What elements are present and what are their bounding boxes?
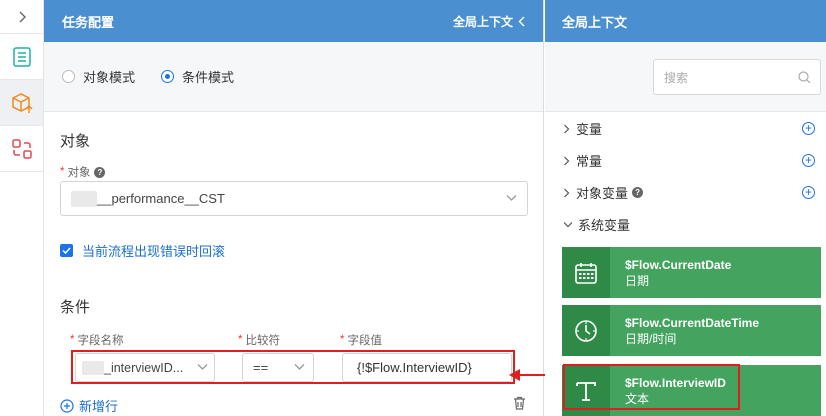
condition-mode-radio[interactable]: 条件模式 — [161, 67, 234, 86]
tree-item-constants[interactable]: 常量 + — [563, 151, 821, 170]
radio-on-icon — [161, 70, 175, 83]
add-variable-icon[interactable]: + — [802, 122, 815, 135]
card-var-type: 日期 — [625, 273, 650, 288]
search-icon — [798, 71, 811, 84]
help-icon[interactable]: ? — [632, 187, 644, 198]
search-placeholder: 搜索 — [664, 70, 689, 85]
task-config-header: 任务配置 全局上下文 — [44, 0, 543, 42]
plus-circle-icon — [60, 398, 74, 413]
system-var-card[interactable]: $Flow.CurrentDateTime 日期/时间 — [562, 305, 821, 356]
tree-item-object-variables[interactable]: 对象变量 ? + — [563, 183, 821, 202]
list-icon — [12, 46, 31, 67]
expand-rail-button[interactable] — [0, 0, 43, 34]
global-context-label: 全局上下文 — [452, 14, 513, 29]
add-constant-icon[interactable]: + — [802, 154, 815, 167]
chevron-right-icon — [19, 11, 26, 22]
box-upload-icon — [11, 92, 33, 113]
chevron-right-icon — [564, 124, 570, 133]
object-mode-label: 对象模式 — [83, 70, 136, 85]
calendar-icon — [575, 262, 597, 284]
help-icon[interactable]: ? — [94, 166, 106, 178]
global-context-panel: 全局上下文 搜索 变量 + 常量 + 对象变量 ? + 系统变量 $Flow.C… — [545, 0, 826, 416]
add-row-button[interactable]: 新增行 — [60, 396, 118, 415]
condition-section-title: 条件 — [60, 299, 91, 316]
card-highlight — [563, 364, 740, 410]
field-name-header: * 字段名称 — [70, 334, 124, 347]
object-mode-radio[interactable]: 对象模式 — [62, 67, 135, 86]
object-field-label: * 对象 ? — [60, 164, 106, 180]
card-var-type: 日期/时间 — [625, 331, 677, 346]
object-section-title: 对象 — [60, 133, 91, 150]
tree-item-variables[interactable]: 变量 + — [563, 119, 821, 138]
left-rail — [0, 0, 44, 416]
system-var-card[interactable]: $Flow.CurrentDate 日期 — [562, 247, 821, 298]
condition-mode-label: 条件模式 — [182, 70, 235, 85]
add-row-label: 新增行 — [79, 399, 119, 414]
object-select-value: __performance__CST — [97, 191, 225, 206]
rail-transform-button[interactable] — [0, 126, 43, 172]
condition-row-highlight — [71, 350, 515, 384]
chevron-right-icon — [564, 188, 570, 197]
search-area: 搜索 — [545, 42, 826, 112]
object-select[interactable]: __performance__CST — [60, 181, 528, 216]
mode-selector: 对象模式 条件模式 — [44, 42, 543, 112]
card-var-name: $Flow.CurrentDate — [625, 257, 732, 272]
flow-task-editor: 任务配置 全局上下文 对象模式 条件模式 对象 * 对象 ? __perform… — [0, 0, 826, 416]
chevron-down-icon — [506, 194, 517, 201]
field-value-header: * 字段值 — [340, 334, 382, 347]
context-search-input[interactable]: 搜索 — [653, 59, 821, 95]
chevron-left-icon — [518, 16, 525, 26]
tree-item-system-variables[interactable]: 系统变量 — [563, 215, 630, 234]
chevron-right-icon — [564, 156, 570, 165]
rollback-label: 当前流程出现错误时回滚 — [82, 244, 226, 259]
checkbox-checked-icon — [60, 244, 73, 257]
rail-list-button[interactable] — [0, 34, 43, 80]
transform-icon — [11, 138, 32, 159]
card-var-name: $Flow.CurrentDateTime — [625, 315, 760, 330]
task-config-title: 任务配置 — [62, 14, 115, 30]
chevron-down-icon — [563, 222, 573, 228]
global-context-header: 全局上下文 — [545, 0, 826, 42]
clock-icon — [575, 319, 597, 342]
rail-object-button[interactable] — [0, 80, 43, 126]
operator-header: * 比较符 — [238, 334, 280, 347]
task-config-panel: 任务配置 全局上下文 对象模式 条件模式 对象 * 对象 ? __perform… — [44, 0, 544, 416]
delete-row-button[interactable] — [513, 396, 526, 415]
add-object-variable-icon[interactable]: + — [802, 186, 815, 199]
masked-text — [71, 190, 97, 207]
rollback-checkbox[interactable]: 当前流程出现错误时回滚 — [60, 241, 225, 260]
trash-icon — [514, 396, 525, 410]
radio-off-icon — [62, 70, 75, 83]
global-context-toggle[interactable]: 全局上下文 — [453, 13, 525, 30]
